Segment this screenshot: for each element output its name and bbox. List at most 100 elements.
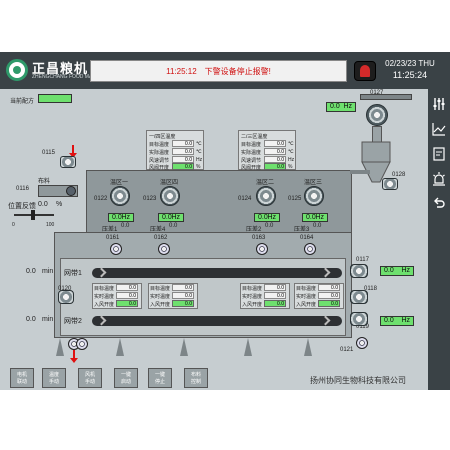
discharge-fan-0121-icon[interactable] <box>356 337 368 349</box>
panel-row-label: 风阀开度 <box>241 165 262 171</box>
hz-value: 0.0 <box>162 214 172 221</box>
support-leg <box>116 338 124 356</box>
feed-control-button[interactable]: 布料 控制 <box>184 368 208 388</box>
position-slider-thumb[interactable] <box>31 210 35 220</box>
panel-row-label: 入风开度 <box>94 302 115 308</box>
back-icon[interactable] <box>431 196 447 212</box>
fan-manual-button[interactable]: 风机 手动 <box>78 368 102 388</box>
panel-row-label: 目标温度 <box>241 142 262 148</box>
zone-3-hz-display[interactable]: 0.0 Hz <box>302 213 328 222</box>
button-line-2: 手动 <box>48 379 59 385</box>
fan-0128-icon[interactable] <box>382 178 398 190</box>
zone-2-fan-icon[interactable] <box>256 186 276 206</box>
fan-0117-hz-display[interactable]: 0.0 Hz <box>380 266 414 276</box>
panel-row-value[interactable]: 0.0 <box>172 156 194 163</box>
button-line-1: 一键 <box>154 372 165 378</box>
panel-row-value: 0.0 <box>264 148 286 155</box>
panel-row-value[interactable]: 0.0 <box>264 300 286 307</box>
panel-row-value[interactable]: 0.0 <box>264 284 286 291</box>
panel-row-value[interactable]: 0.0 <box>318 300 340 307</box>
belt-direction-icon <box>320 267 331 278</box>
zone-3-pressure-value: 0.0 <box>313 223 322 229</box>
hz-value: 0.0 <box>330 103 340 110</box>
panel-row-value[interactable]: 0.0 <box>172 163 194 170</box>
fan-0119-hz-display[interactable]: 0.0 Hz <box>380 316 414 326</box>
panel-row-value[interactable]: 0.0 <box>264 140 286 147</box>
alarm-banner[interactable]: 11:25:12 下警设备停止报警! <box>90 60 347 82</box>
belt-2-time-unit: min <box>42 316 54 323</box>
hz-unit: Hz <box>401 317 410 324</box>
support-leg <box>180 338 188 356</box>
panel-row-unit: ℃ <box>288 149 294 155</box>
cyclone-fan-icon[interactable] <box>366 104 388 126</box>
hz-value: 0.0 <box>306 214 316 221</box>
cyclone-inlet-duct <box>350 170 370 174</box>
alarm-time: 11:25:12 <box>166 66 197 76</box>
recipe-value[interactable] <box>38 94 72 103</box>
panel-row-value[interactable]: 0.0 <box>264 156 286 163</box>
panel-row-unit: % <box>196 164 201 170</box>
panel-row-label: 入风开度 <box>242 302 263 308</box>
fan-0118-icon[interactable] <box>350 290 368 304</box>
panel-row-unit: Hz <box>288 157 295 163</box>
motor-interlock-button[interactable]: 电机 联动 <box>10 368 34 388</box>
panel-row-label: 风阀开度 <box>149 165 170 171</box>
small-fan-0163-icon[interactable] <box>256 243 268 255</box>
zone-2-fan-tag: 0124 <box>238 196 252 202</box>
report-icon[interactable] <box>431 146 447 162</box>
sliders-icon[interactable] <box>431 96 447 112</box>
fan-0120-icon[interactable] <box>58 290 74 304</box>
position-feedback-value: 0.0 <box>38 201 48 208</box>
one-key-stop-button[interactable]: 一键 停止 <box>148 368 172 388</box>
panel-row-label: 实时温度 <box>150 294 171 300</box>
fan-0119-icon[interactable] <box>350 312 368 326</box>
small-fan-0162-icon[interactable] <box>158 243 170 255</box>
valve-0115-icon[interactable] <box>60 156 76 168</box>
zone-2-pressure-value: 0.0 <box>265 223 274 229</box>
recipe-label: 当前配方 <box>10 99 35 105</box>
hz-unit: Hz <box>267 214 276 221</box>
hz-unit: Hz <box>171 214 180 221</box>
small-fan-0161-icon[interactable] <box>110 243 122 255</box>
panel-row-value: 0.0 <box>116 292 138 299</box>
zone-3-fan-icon[interactable] <box>304 186 324 206</box>
panel-row-label: 风速调节 <box>149 158 170 164</box>
feed-motor-icon[interactable] <box>66 186 76 196</box>
panel-row-value[interactable]: 0.0 <box>264 163 286 170</box>
panel-row-value[interactable]: 0.0 <box>172 300 194 307</box>
trend-icon[interactable] <box>431 121 447 137</box>
zone-3-fan-tag: 0125 <box>288 196 302 202</box>
small-fan-0164-icon[interactable] <box>304 243 316 255</box>
belt-2-time-value[interactable]: 0.0 <box>26 316 36 323</box>
belt-1-conveyor[interactable] <box>92 267 342 278</box>
temp-manual-button[interactable]: 温度 手动 <box>42 368 66 388</box>
zone-1-hz-display[interactable]: 0.0 Hz <box>108 213 134 222</box>
panel-row-value[interactable]: 0.0 <box>116 284 138 291</box>
button-line-2: 控制 <box>190 379 201 385</box>
zone-2-hz-display[interactable]: 0.0 Hz <box>254 213 280 222</box>
button-line-1: 一键 <box>120 372 131 378</box>
support-leg <box>56 338 64 356</box>
discharge-valve-icon[interactable] <box>76 338 88 350</box>
belt-1-time-value[interactable]: 0.0 <box>26 268 36 275</box>
valve-0116-tag: 0116 <box>16 186 29 192</box>
button-line-2: 启动 <box>120 379 131 385</box>
zone-4-hz-display[interactable]: 0.0 Hz <box>158 213 184 222</box>
one-key-start-button[interactable]: 一键 启动 <box>114 368 138 388</box>
slider-max-label: 100 <box>46 222 55 228</box>
fan-0117-icon[interactable] <box>350 264 368 278</box>
zone-1-fan-icon[interactable] <box>110 186 130 206</box>
panel-row-value: 0.0 <box>172 292 194 299</box>
panel-row-value[interactable]: 0.0 <box>318 284 340 291</box>
alarm-text: 下警设备停止报警! <box>204 66 271 76</box>
zone-4-fan-icon[interactable] <box>160 186 180 206</box>
panel-row-value[interactable]: 0.0 <box>172 284 194 291</box>
position-feedback-unit: % <box>56 201 63 208</box>
alarm-reset-button[interactable] <box>354 61 376 81</box>
panel-row-value[interactable]: 0.0 <box>172 140 194 147</box>
panel-row-value[interactable]: 0.0 <box>116 300 138 307</box>
panel-row-unit: ℃ <box>196 141 202 147</box>
belt-2-conveyor[interactable] <box>92 315 342 326</box>
alarm-light-icon[interactable] <box>431 171 447 187</box>
cyclone-hz-display[interactable]: 0.0 Hz <box>326 102 356 112</box>
